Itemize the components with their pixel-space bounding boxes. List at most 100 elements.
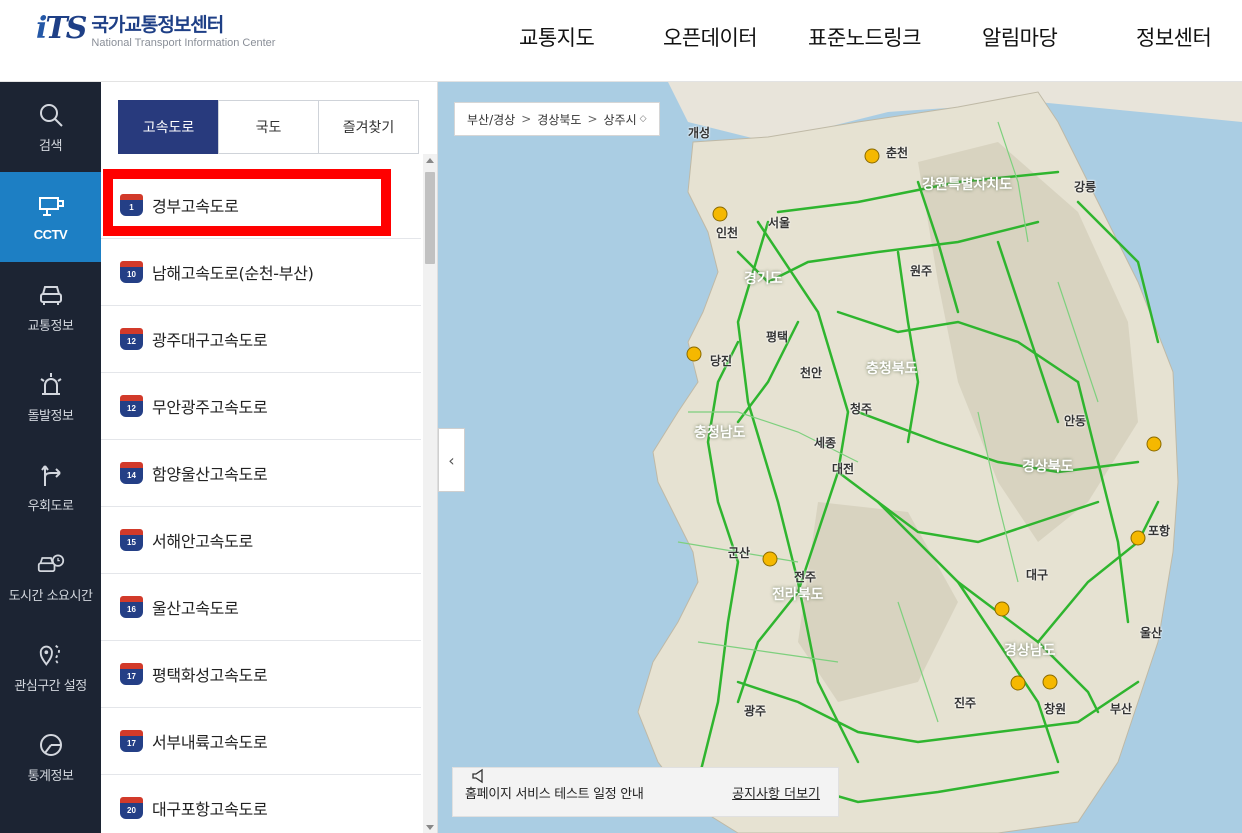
expressway-list: 1 경부고속도로 10 남해고속도로(순천-부산) 12 광주대구고속도로 12… — [101, 172, 421, 833]
map-label-city: 세종 — [814, 436, 837, 450]
sidebar-item-label: 도시간 소요시간 — [8, 588, 93, 604]
map-label-city: 인천 — [716, 226, 739, 240]
expressway-shield-icon: 16 — [120, 596, 143, 618]
expressway-shield-icon: 12 — [120, 328, 143, 350]
search-icon — [37, 101, 65, 129]
map-label-region: 충청남도 — [694, 425, 746, 441]
sidebar-item-label: 돌발정보 — [27, 408, 74, 424]
breadcrumb-item[interactable]: 경상북도 — [537, 111, 581, 128]
road-name: 남해고속도로(순천-부산) — [152, 264, 314, 283]
sidebar-item-statistics[interactable]: 통계정보 — [0, 712, 101, 802]
map-label-region: 전라북도 — [772, 587, 824, 603]
statistics-icon — [37, 731, 65, 759]
list-item-road[interactable]: 15 서해안고속도로 — [101, 507, 421, 574]
nav-traffic-map[interactable]: 교통지도 — [519, 22, 595, 52]
map-label-city: 개성 — [688, 126, 711, 140]
map-label-city: 천안 — [800, 366, 823, 380]
map-label-city: 청주 — [850, 402, 873, 416]
map-label-region: 경기도 — [744, 271, 783, 287]
sidebar-item-intercity-time[interactable]: 도시간 소요시간 — [0, 532, 101, 622]
tab-favorites[interactable]: 즐겨찾기 — [318, 100, 419, 154]
map-label-region: 강원특별자치도 — [922, 177, 1013, 193]
sidebar-item-incident-info[interactable]: 돌발정보 — [0, 352, 101, 442]
sidebar-item-traffic-info[interactable]: 교통정보 — [0, 262, 101, 352]
panel-collapse-button[interactable]: ‹ — [438, 428, 465, 492]
sidebar-item-label: CCTV — [33, 226, 68, 242]
map-label-city: 대구 — [1026, 568, 1049, 582]
map-label-region: 충청북도 — [866, 361, 918, 377]
list-item-road[interactable]: 12 무안광주고속도로 — [101, 373, 421, 440]
expressway-shield-icon: 14 — [120, 462, 143, 484]
road-name: 광주대구고속도로 — [152, 331, 268, 350]
sidebar-item-label: 검색 — [39, 138, 62, 154]
traffic-map[interactable]: 개성 인천 서울 경기도 평택 당진 천안 청주 세종 대전 충청남도 충청북도… — [438, 82, 1242, 833]
nav-standard-node-link[interactable]: 표준노드링크 — [808, 22, 921, 52]
breadcrumb-separator: > — [587, 112, 598, 126]
cctv-icon — [37, 193, 65, 221]
tab-expressway[interactable]: 고속도로 — [118, 100, 219, 154]
nav-open-data[interactable]: 오픈데이터 — [663, 22, 758, 52]
map-label-city: 안동 — [1064, 414, 1087, 428]
map-label-city: 광주 — [744, 704, 767, 718]
nav-notice[interactable]: 알림마당 — [982, 22, 1058, 52]
list-item-road[interactable]: 20 대구포항고속도로 — [101, 775, 421, 833]
road-name: 경부고속도로 — [152, 197, 239, 216]
site-logo[interactable]: iTS 국가교통정보센터 National Transport Informat… — [36, 14, 275, 50]
tab-national-road[interactable]: 국도 — [218, 100, 319, 154]
list-item-road[interactable]: 17 서부내륙고속도로 — [101, 708, 421, 775]
expressway-shield-icon: 10 — [120, 261, 143, 283]
map-label-region: 경상북도 — [1022, 459, 1074, 475]
list-item-road[interactable]: 17 평택화성고속도로 — [101, 641, 421, 708]
expressway-shield-icon: 20 — [120, 797, 143, 819]
sidebar-item-label: 우회도로 — [27, 498, 74, 514]
logo-subtitle: National Transport Information Center — [91, 37, 276, 49]
map-label-city: 부산 — [1110, 702, 1133, 716]
sidebar-item-cctv[interactable]: CCTV — [0, 172, 101, 262]
sidebar-item-label: 교통정보 — [27, 318, 74, 334]
map-label-city: 대전 — [832, 462, 855, 476]
road-name: 울산고속도로 — [152, 599, 239, 618]
sidebar-item-detour[interactable]: 우회도로 — [0, 442, 101, 532]
list-item-road[interactable]: 10 남해고속도로(순천-부산) — [101, 239, 421, 306]
scroll-up-arrow-icon[interactable] — [426, 158, 434, 163]
road-name: 서해안고속도로 — [152, 532, 253, 551]
road-type-tabs: 고속도로 국도 즐겨찾기 — [118, 100, 420, 154]
map-label-city: 전주 — [794, 570, 817, 584]
scrollbar-thumb[interactable] — [425, 172, 435, 264]
speaker-icon — [472, 768, 483, 784]
list-item-road[interactable]: 14 함양울산고속도로 — [101, 440, 421, 507]
road-name: 함양울산고속도로 — [152, 465, 268, 484]
its-logo-mark: iTS — [36, 11, 87, 46]
map-label-city: 강릉 — [1074, 180, 1097, 194]
list-item-road[interactable]: 16 울산고속도로 — [101, 574, 421, 641]
road-name: 서부내륙고속도로 — [152, 733, 268, 752]
map-label-city: 창원 — [1044, 702, 1067, 716]
map-label-city: 원주 — [910, 264, 933, 278]
sidebar-item-label: 통계정보 — [27, 768, 74, 784]
expressway-shield-icon: 1 — [120, 194, 143, 216]
sidebar-item-interest-section[interactable]: 관심구간 설정 — [0, 622, 101, 712]
list-item-road[interactable]: 1 경부고속도로 — [101, 172, 421, 239]
expressway-shield-icon: 12 — [120, 395, 143, 417]
cctv-road-panel: 고속도로 국도 즐겨찾기 1 경부고속도로 10 남해고속도로(순천-부산) 1… — [101, 82, 438, 833]
expressway-shield-icon: 17 — [120, 663, 143, 685]
sidebar-item-search[interactable]: 검색 — [0, 82, 101, 172]
nav-info-center[interactable]: 정보센터 — [1136, 22, 1212, 52]
scroll-down-arrow-icon[interactable] — [426, 825, 434, 830]
list-scrollbar[interactable] — [423, 154, 437, 833]
map-label-city: 평택 — [766, 330, 789, 344]
notice-more-link[interactable]: 공지사항 더보기 — [732, 783, 820, 802]
car-icon — [37, 281, 65, 309]
breadcrumb-dropdown-icon[interactable]: ◇ — [640, 114, 647, 124]
map-label-city: 진주 — [954, 696, 977, 710]
icon-sidebar: 검색 CCTV 교통정보 돌발정보 우회도로 도시간 소요시간 관심구간 설정 … — [0, 82, 101, 833]
list-item-road[interactable]: 12 광주대구고속도로 — [101, 306, 421, 373]
road-name: 평택화성고속도로 — [152, 666, 268, 685]
breadcrumb-item[interactable]: 상주시 — [604, 111, 637, 128]
breadcrumb-item[interactable]: 부산/경상 — [467, 111, 515, 128]
breadcrumb-separator: > — [521, 112, 532, 126]
expressway-shield-icon: 15 — [120, 529, 143, 551]
logo-title: 국가교통정보센터 — [91, 14, 224, 36]
map-label-region: 경상남도 — [1004, 643, 1056, 659]
sidebar-item-label: 관심구간 설정 — [14, 678, 87, 694]
